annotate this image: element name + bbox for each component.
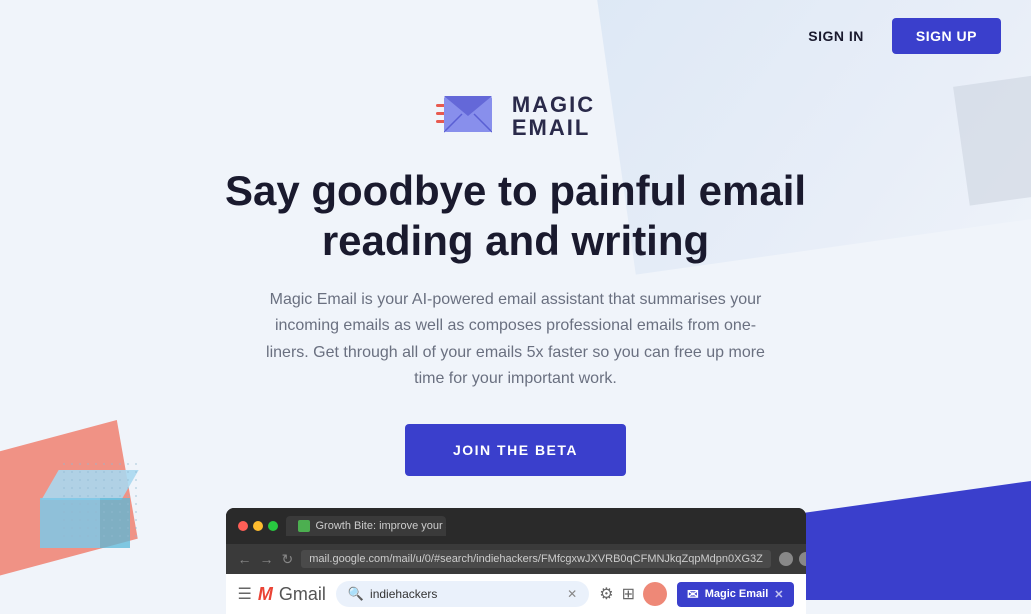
browser-toolbar-icons [779, 552, 806, 566]
gmail-icon-settings[interactable]: ⚙ [599, 584, 613, 604]
browser-body: ☰ M Gmail 🔍 indiehackers ✕ ⚙ ⊞ ✉ Magic E… [226, 574, 806, 614]
magic-email-extension: ✉ Magic Email ✕ [677, 582, 794, 607]
magic-email-ext-label: Magic Email [705, 588, 769, 600]
browser-forward-btn[interactable]: → [260, 551, 274, 567]
browser-dot-minimize[interactable] [253, 521, 263, 531]
gmail-search-text: indiehackers [370, 587, 561, 601]
join-beta-button[interactable]: JOIN THE BETA [405, 424, 626, 476]
browser-tab-favicon [298, 520, 310, 532]
logo-magic-text: MAGIC [512, 94, 595, 116]
browser-tab-label: Growth Bite: improve your $li... [316, 520, 446, 532]
browser-dot-maximize[interactable] [268, 521, 278, 531]
gmail-search-bar[interactable]: 🔍 indiehackers ✕ [336, 581, 589, 607]
gmail-label: Gmail [279, 584, 326, 605]
headline-line2: reading and writing [322, 217, 709, 264]
headline-line1: Say goodbye to painful email [225, 167, 806, 214]
browser-url-text: mail.google.com/mail/u/0/#search/indieha… [309, 553, 763, 565]
envelope-icon [444, 96, 492, 136]
browser-url-bar[interactable]: mail.google.com/mail/u/0/#search/indieha… [301, 550, 771, 568]
logo-text: MAGIC EMAIL [512, 94, 595, 140]
browser-mockup: Growth Bite: improve your $li... ← → ↻ m… [226, 508, 806, 614]
browser-traffic-lights [238, 521, 278, 531]
logo-email-text: EMAIL [512, 116, 595, 140]
main-content: MAGIC EMAIL Say goodbye to painful email… [0, 72, 1031, 614]
hero-subtext: Magic Email is your AI-powered email ass… [256, 287, 776, 393]
browser-reload-btn[interactable]: ↻ [282, 551, 294, 568]
browser-tab[interactable]: Growth Bite: improve your $li... [286, 516, 446, 536]
gmail-menu-icon: ☰ M Gmail [238, 584, 326, 605]
browser-icon-1 [779, 552, 793, 566]
gmail-avatar[interactable] [643, 582, 667, 606]
browser-icon-2 [799, 552, 806, 566]
browser-addressbar: ← → ↻ mail.google.com/mail/u/0/#search/i… [226, 544, 806, 574]
gmail-logo-m: M [258, 584, 273, 605]
browser-back-btn[interactable]: ← [238, 551, 252, 567]
logo-icon [436, 92, 500, 142]
signup-button[interactable]: SIGN UP [892, 18, 1001, 54]
logo: MAGIC EMAIL [436, 92, 595, 142]
gmail-icon-grid[interactable]: ⊞ [622, 584, 635, 604]
signin-button[interactable]: SIGN IN [796, 20, 876, 52]
browser-titlebar: Growth Bite: improve your $li... [226, 508, 806, 544]
navbar: SIGN IN SIGN UP [0, 0, 1031, 72]
browser-dot-close[interactable] [238, 521, 248, 531]
gmail-search-clear-icon[interactable]: ✕ [567, 587, 577, 601]
extension-close-icon[interactable]: ✕ [774, 588, 783, 601]
hero-headline: Say goodbye to painful email reading and… [225, 166, 806, 267]
